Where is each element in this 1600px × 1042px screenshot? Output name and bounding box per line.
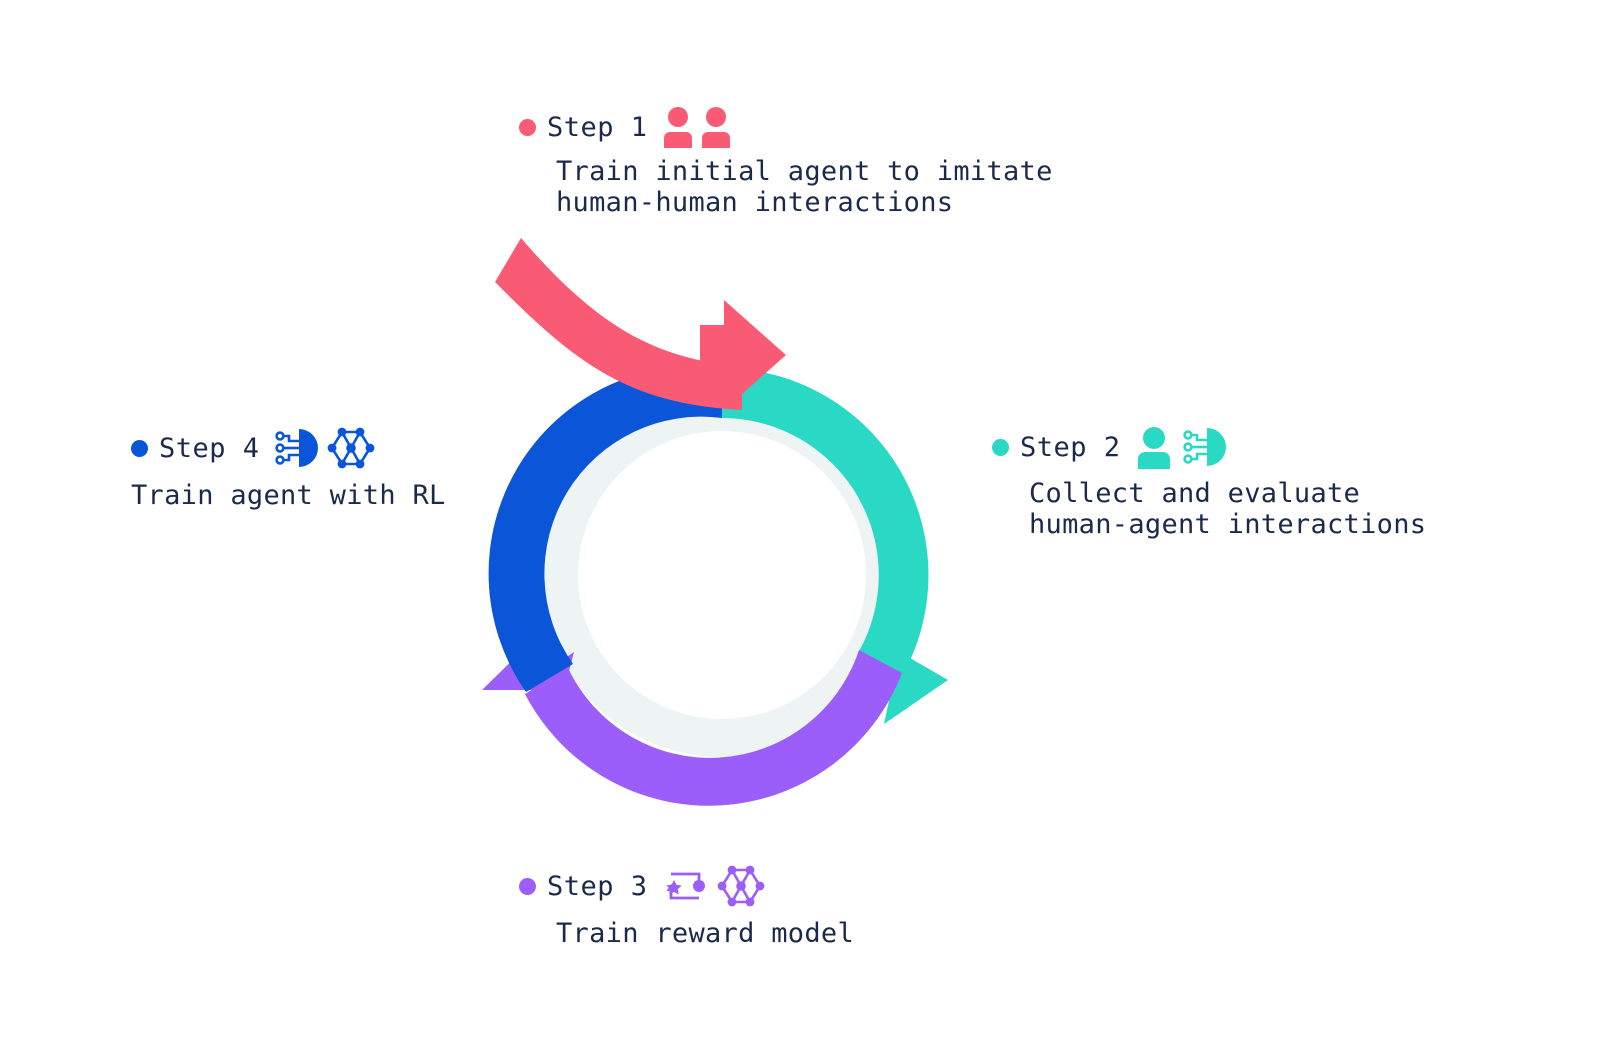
step-1-block: Step 1 Train initial agent to imitate hu… <box>519 106 1053 217</box>
step-2-label: Step 2 <box>1020 431 1121 463</box>
step-1-icons <box>661 106 737 148</box>
neural-network-icon <box>717 865 764 907</box>
step-4-header: Step 4 <box>131 424 446 472</box>
step-4-block: Step 4 Train agent with RL <box>131 424 446 510</box>
reward-loop-icon <box>665 872 705 900</box>
step-3-block: Step 3 Train reward model <box>519 862 854 948</box>
brain-circuit-icon <box>274 429 318 467</box>
step-2-block: Step 2 Collect and evaluate human-agent … <box>992 424 1426 539</box>
person-icon <box>1137 427 1170 469</box>
step-4-label: Step 4 <box>159 432 260 464</box>
brain-circuit-icon <box>1182 428 1226 466</box>
step-3-label: Step 3 <box>547 870 648 902</box>
step-2-desc-line1: Collect and evaluate <box>1029 478 1361 509</box>
step-4-bullet <box>131 439 148 457</box>
step-2-bullet <box>992 438 1009 456</box>
step-3-desc-line1: Train reward model <box>556 918 854 949</box>
step-1-header: Step 1 <box>519 106 1053 148</box>
step-4-icons <box>273 424 376 472</box>
step-1-bullet <box>519 118 536 136</box>
step-3-icons <box>661 862 766 910</box>
step-1-desc-line1: Train initial agent to imitate <box>556 156 1053 187</box>
step-1-label: Step 1 <box>547 111 648 143</box>
step-2-header: Step 2 <box>992 424 1426 470</box>
step-3-header: Step 3 <box>519 862 854 910</box>
two-people-icon <box>663 107 730 148</box>
step-1-desc-line2: human-human interactions <box>556 187 954 219</box>
arc-step-4 <box>488 366 722 692</box>
diagram-canvas: Step 1 Train initial agent to imitate hu… <box>0 0 1600 1042</box>
step-3-bullet <box>519 877 536 895</box>
arrow-step-1 <box>495 238 786 410</box>
step-2-desc-line2: human-agent interactions <box>1029 509 1427 541</box>
step-4-desc-line1: Train agent with RL <box>131 480 446 511</box>
neural-network-icon <box>327 427 374 469</box>
step-2-icons <box>1134 424 1227 470</box>
